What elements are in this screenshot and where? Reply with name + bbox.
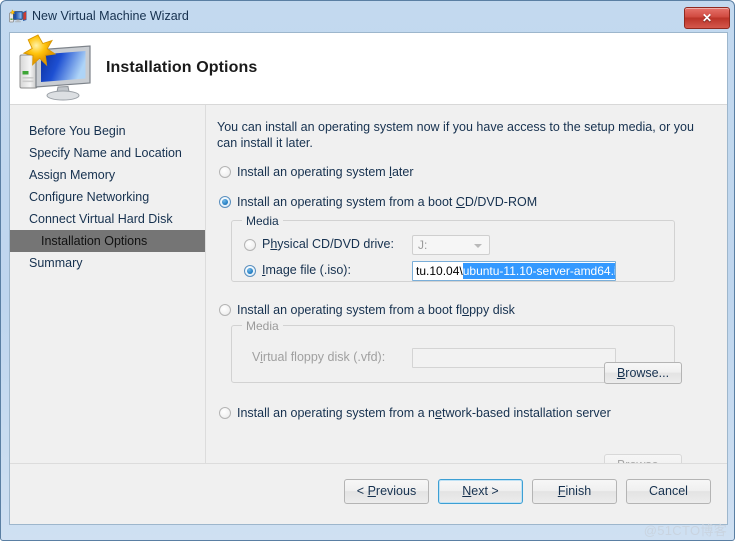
close-icon: ✕ xyxy=(701,11,713,25)
virtual-floppy-label: Virtual floppy disk (.vfd): xyxy=(252,350,386,364)
image-file-value: tu.10.04\ubuntu-11.10-server-amd64.iso xyxy=(416,263,615,279)
physical-drive-row[interactable]: Physical CD/DVD drive: J: xyxy=(242,235,662,256)
wizard-body: Before You Begin Specify Name and Locati… xyxy=(10,105,727,495)
window-title: New Virtual Machine Wizard xyxy=(32,9,189,23)
physical-drive-label: Physical CD/DVD drive: xyxy=(262,237,394,251)
sidebar-item-before-you-begin[interactable]: Before You Begin xyxy=(10,120,205,142)
radio-install-from-floppy[interactable]: Install an operating system from a boot … xyxy=(217,301,716,319)
sidebar-item-configure-networking[interactable]: Configure Networking xyxy=(10,186,205,208)
wizard-step-list: Before You Begin Specify Name and Locati… xyxy=(10,105,206,495)
media-group-cd-title: Media xyxy=(242,214,283,228)
next-button[interactable]: Next > xyxy=(438,479,523,504)
radio-label-install-from-cd-post: D/DVD-ROM xyxy=(464,195,538,209)
radio-label-install-from-floppy-post: ppy disk xyxy=(469,303,515,317)
radio-icon-install-later xyxy=(219,166,231,178)
media-group-cd: Media Physical CD/DVD drive: J: Image fi… xyxy=(231,214,675,282)
wizard-content-pane: You can install an operating system now … xyxy=(207,105,727,495)
physical-drive-combo-value: J: xyxy=(418,238,428,252)
image-file-input[interactable]: tu.10.04\ubuntu-11.10-server-amd64.iso xyxy=(412,261,616,281)
finish-button[interactable]: Finish xyxy=(532,479,617,504)
radio-icon-physical-drive xyxy=(244,239,256,251)
sidebar-item-installation-options[interactable]: Installation Options xyxy=(10,230,205,252)
radio-icon-install-from-network xyxy=(219,407,231,419)
radio-label-install-from-network-pre: Install an operating system from a n xyxy=(237,406,436,420)
wizard-client-area: Installation Options Before You Begin Sp… xyxy=(9,32,728,525)
virtual-floppy-input xyxy=(412,348,616,368)
radio-icon-image-file xyxy=(244,265,256,277)
page-title: Installation Options xyxy=(106,59,258,76)
virtual-floppy-row: Virtual floppy disk (.vfd): xyxy=(242,348,662,369)
radio-label-install-from-network-post: twork-based installation server xyxy=(441,406,611,420)
media-group-floppy-title: Media xyxy=(242,319,283,333)
image-file-row[interactable]: Image file (.iso): tu.10.04\ubuntu-11.10… xyxy=(242,261,662,282)
sidebar-item-summary[interactable]: Summary xyxy=(10,252,205,274)
browse-image-file-button[interactable]: Browse... xyxy=(604,362,682,384)
previous-button[interactable]: < Previous xyxy=(344,479,429,504)
sidebar-item-assign-memory[interactable]: Assign Memory xyxy=(10,164,205,186)
intro-text: You can install an operating system now … xyxy=(217,120,694,150)
sidebar-item-specify-name-and-location[interactable]: Specify Name and Location xyxy=(10,142,205,164)
computer-monitor-star-icon xyxy=(14,33,96,103)
wizard-footer: < Previous Next > Finish Cancel xyxy=(10,463,727,524)
physical-drive-combo[interactable]: J: xyxy=(412,235,490,255)
wizard-window: New Virtual Machine Wizard ✕ Installatio… xyxy=(0,0,735,541)
radio-label-install-from-network-key: e xyxy=(435,406,442,420)
sidebar-item-connect-virtual-hard-disk[interactable]: Connect Virtual Hard Disk xyxy=(10,208,205,230)
vm-wizard-icon xyxy=(9,9,27,25)
radio-icon-install-from-cd xyxy=(219,196,231,208)
radio-label-install-later-post: ater xyxy=(391,165,414,179)
radio-install-later[interactable]: Install an operating system later xyxy=(217,163,716,181)
page-banner: Installation Options xyxy=(10,33,727,105)
radio-install-from-network[interactable]: Install an operating system from a netwo… xyxy=(217,404,716,422)
radio-label-install-from-cd-key: C xyxy=(455,195,465,209)
close-button[interactable]: ✕ xyxy=(684,7,730,29)
cancel-button[interactable]: Cancel xyxy=(626,479,711,504)
title-bar: New Virtual Machine Wizard ✕ xyxy=(2,2,735,32)
radio-label-install-from-cd-pre: Install an operating system from a boot xyxy=(237,195,456,209)
radio-icon-install-from-floppy xyxy=(219,304,231,316)
image-file-label: Image file (.iso): xyxy=(262,263,351,277)
radio-label-install-from-floppy-pre: Install an operating system from a boot … xyxy=(237,303,463,317)
radio-install-from-cd[interactable]: Install an operating system from a boot … xyxy=(217,193,716,211)
chevron-down-icon xyxy=(474,244,482,248)
radio-label-install-later-pre: Install an operating system xyxy=(237,165,390,179)
